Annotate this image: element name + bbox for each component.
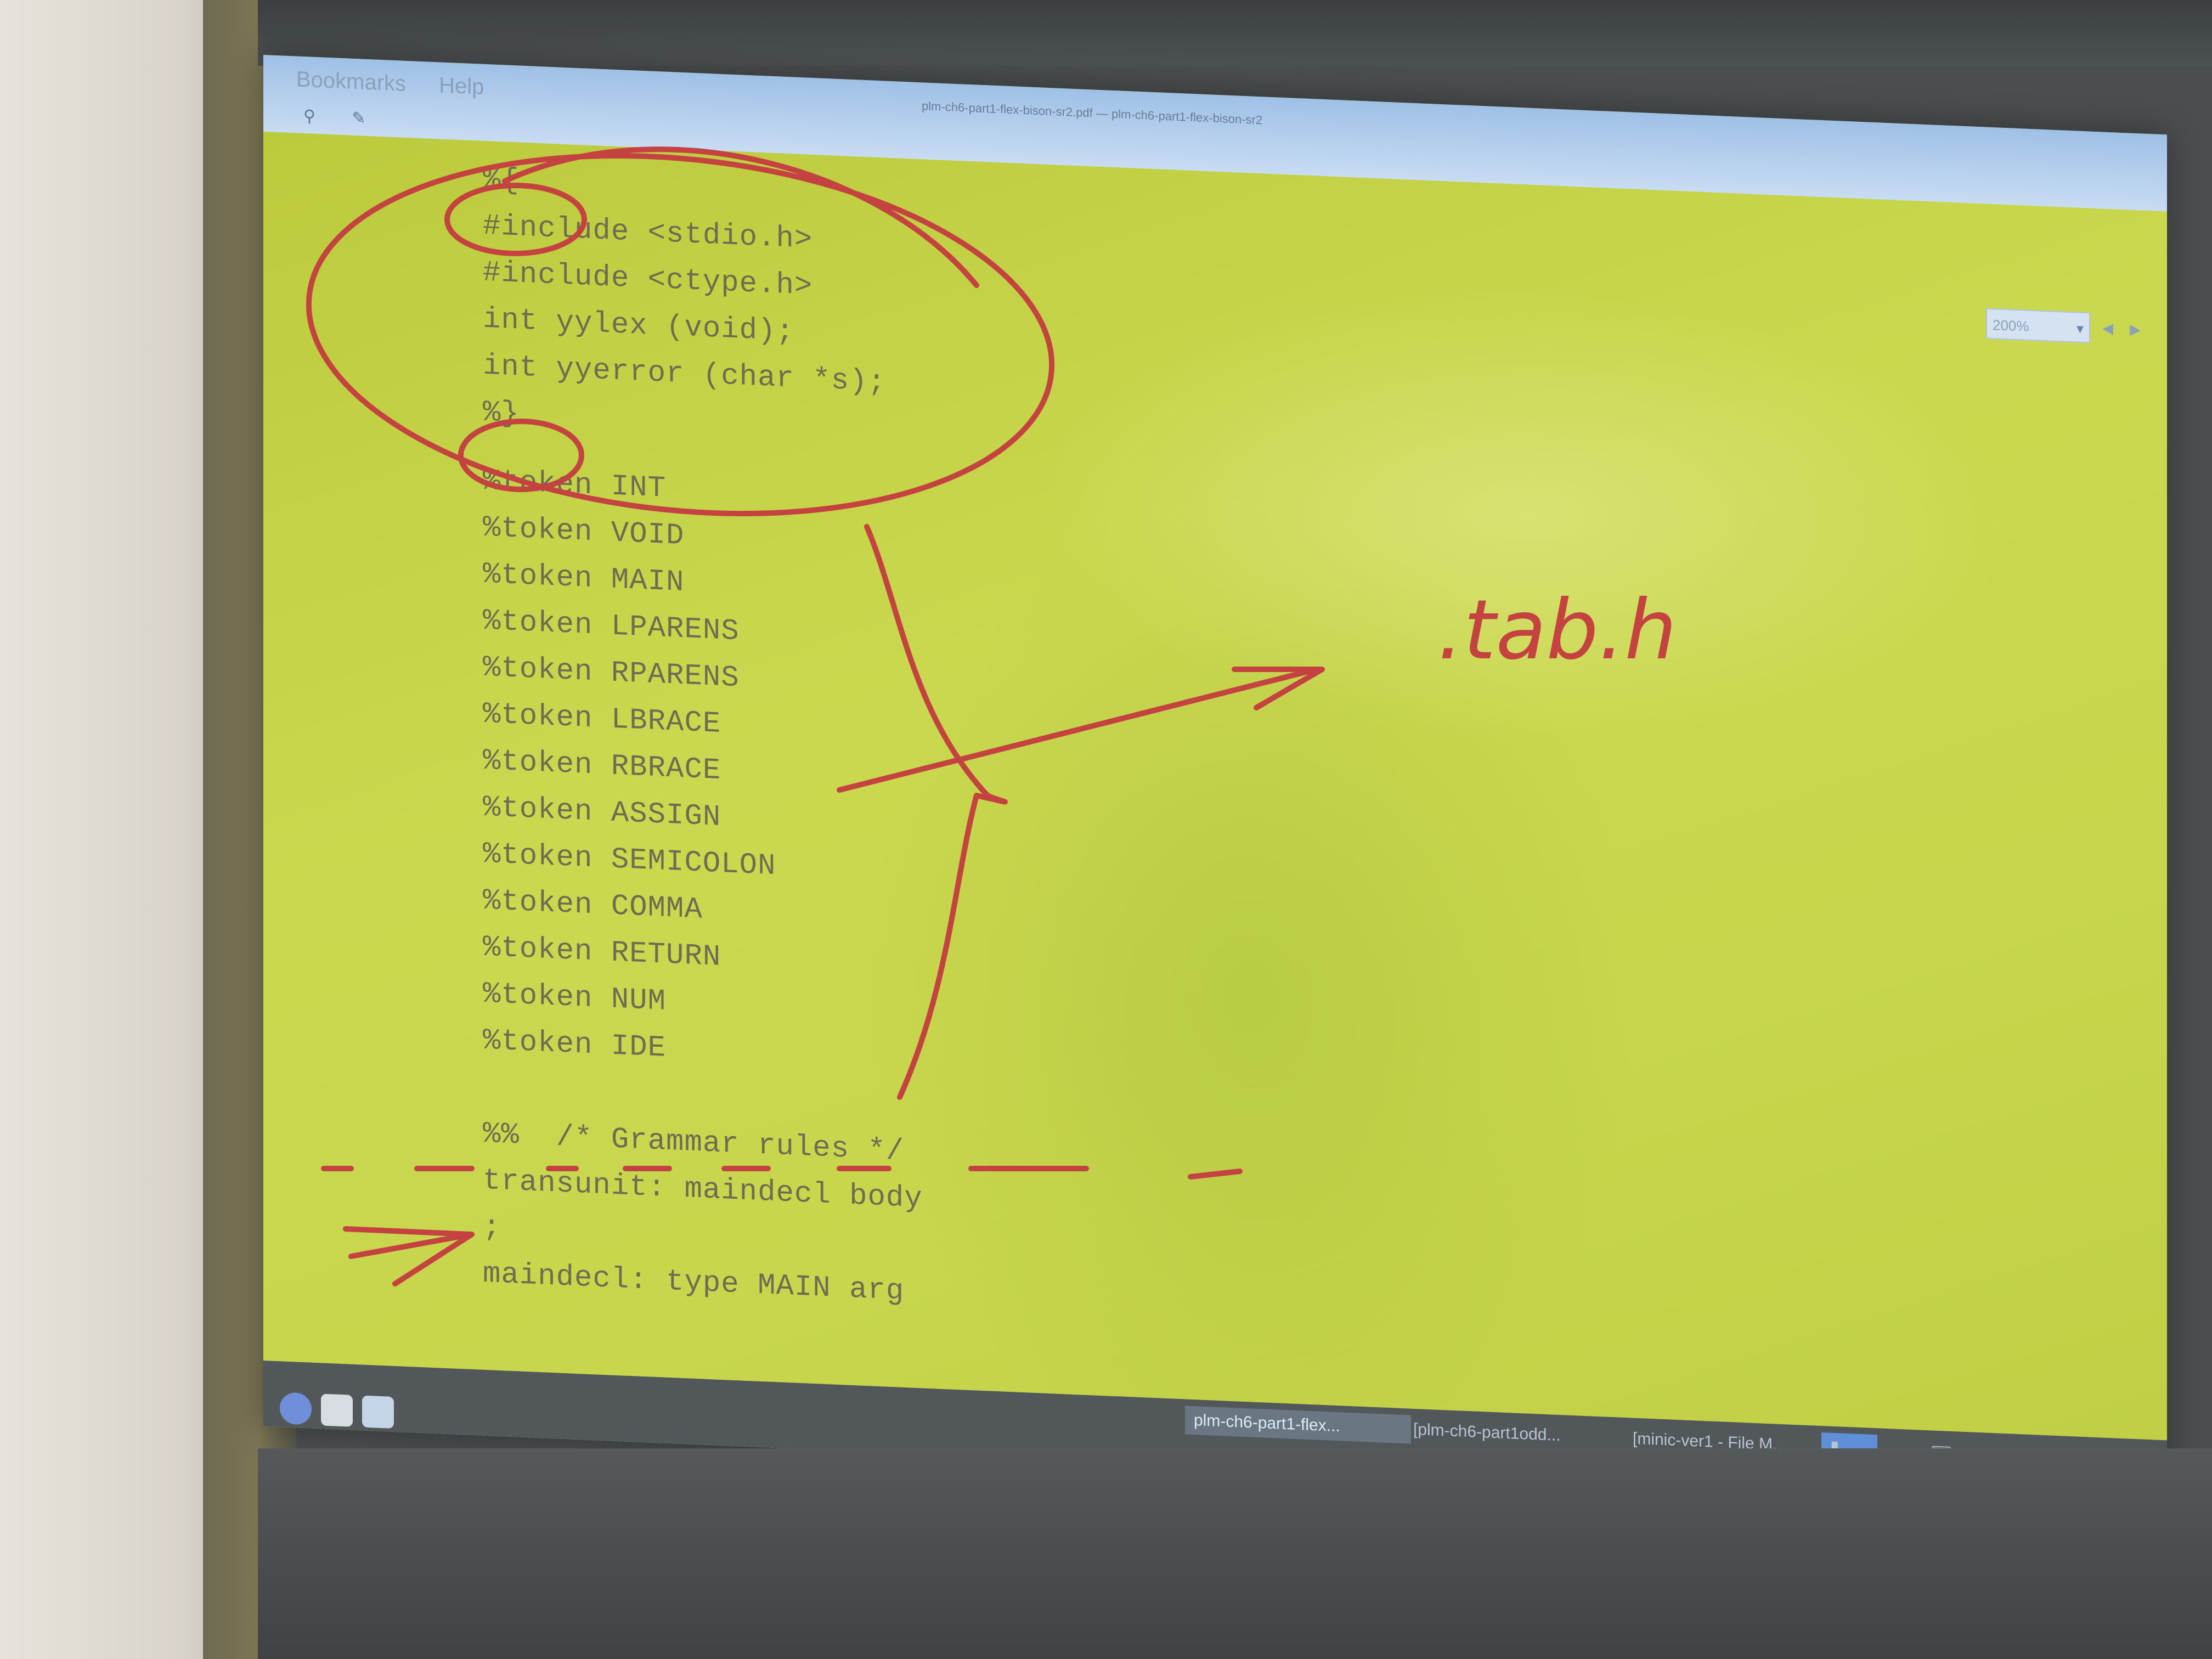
tab-h-note: .tab.h xyxy=(1437,583,1677,678)
section-divider-dashed xyxy=(321,1166,1243,1180)
open-brace-circle xyxy=(444,183,587,256)
arrow-to-tab-h xyxy=(837,667,1319,793)
grammar-arrow xyxy=(343,1226,475,1286)
handwritten-annotations: .tab.h xyxy=(306,146,1677,1286)
token-bracket xyxy=(864,524,1008,1100)
prologue-circle xyxy=(306,153,1055,517)
circle-flourish xyxy=(502,146,979,288)
